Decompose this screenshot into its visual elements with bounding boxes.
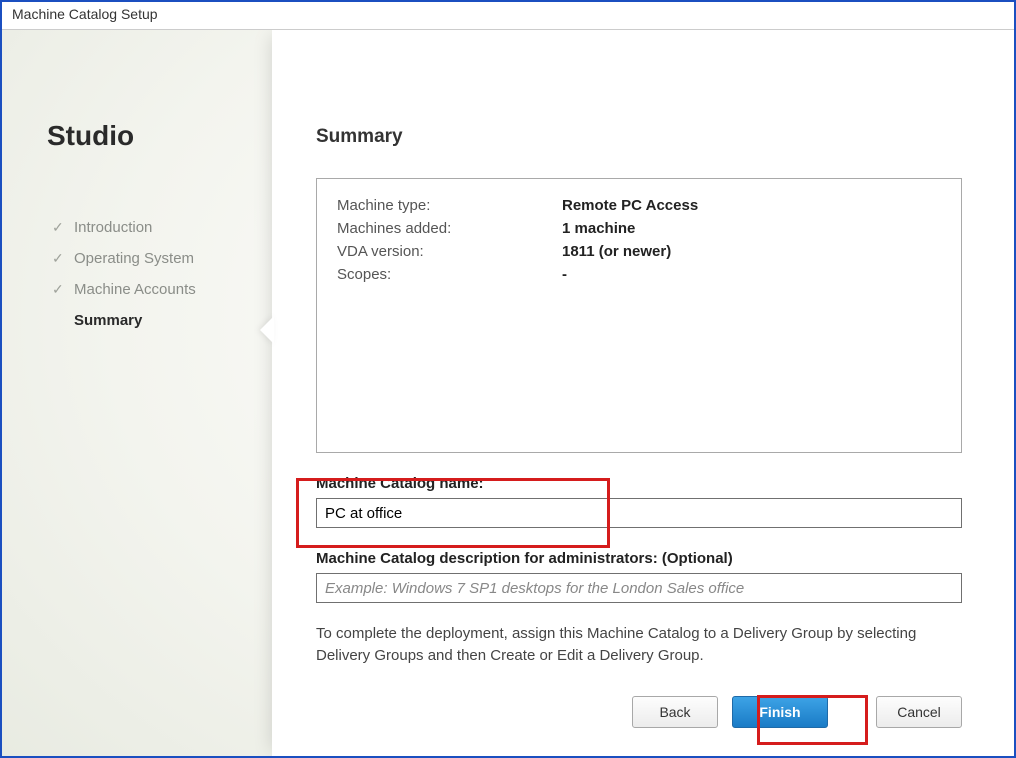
- main-panel: Summary Machine type: Remote PC Access M…: [272, 30, 1014, 756]
- window-title: Machine Catalog Setup: [2, 2, 1014, 30]
- summary-value: 1 machine: [562, 220, 635, 237]
- summary-row: Machine type: Remote PC Access: [337, 197, 941, 214]
- summary-row: Scopes: -: [337, 266, 941, 283]
- completion-hint: To complete the deployment, assign this …: [316, 623, 962, 667]
- wizard-steps-list: ✓ Introduction ✓ Operating System ✓ Mach…: [47, 212, 257, 336]
- wizard-step-label: Operating System: [74, 250, 194, 267]
- main-inner: Summary Machine type: Remote PC Access M…: [272, 30, 1014, 756]
- app-title: Studio: [47, 120, 257, 152]
- catalog-description-label: Machine Catalog description for administ…: [316, 550, 962, 567]
- summary-row: VDA version: 1811 (or newer): [337, 243, 941, 260]
- summary-row: Machines added: 1 machine: [337, 220, 941, 237]
- catalog-name-label: Machine Catalog name:: [316, 475, 962, 492]
- page-heading: Summary: [316, 126, 962, 148]
- summary-value: -: [562, 266, 567, 283]
- summary-value: 1811 (or newer): [562, 243, 671, 260]
- catalog-name-input[interactable]: [316, 498, 962, 528]
- catalog-description-input[interactable]: [316, 573, 962, 603]
- wizard-step-summary[interactable]: ✓ Summary: [47, 305, 257, 336]
- wizard-body: Studio ✓ Introduction ✓ Operating System…: [2, 30, 1014, 756]
- finish-button[interactable]: Finish: [732, 696, 828, 728]
- wizard-step-machine-accounts[interactable]: ✓ Machine Accounts: [47, 274, 257, 305]
- summary-label: VDA version:: [337, 243, 562, 260]
- wizard-step-label: Summary: [74, 312, 142, 329]
- summary-label: Machines added:: [337, 220, 562, 237]
- wizard-step-label: Machine Accounts: [74, 281, 196, 298]
- wizard-sidebar: Studio ✓ Introduction ✓ Operating System…: [47, 120, 257, 336]
- summary-value: Remote PC Access: [562, 197, 698, 214]
- button-row: Back Finish Cancel: [632, 696, 962, 728]
- check-icon: ✓: [52, 219, 68, 236]
- summary-box: Machine type: Remote PC Access Machines …: [316, 178, 962, 453]
- wizard-step-label: Introduction: [74, 219, 152, 236]
- summary-label: Scopes:: [337, 266, 562, 283]
- cancel-button[interactable]: Cancel: [876, 696, 962, 728]
- back-button[interactable]: Back: [632, 696, 718, 728]
- check-icon: ✓: [52, 281, 68, 298]
- check-icon: ✓: [52, 250, 68, 267]
- summary-label: Machine type:: [337, 197, 562, 214]
- wizard-step-operating-system[interactable]: ✓ Operating System: [47, 243, 257, 274]
- wizard-window: Machine Catalog Setup Studio ✓ Introduct…: [0, 0, 1016, 758]
- wizard-step-introduction[interactable]: ✓ Introduction: [47, 212, 257, 243]
